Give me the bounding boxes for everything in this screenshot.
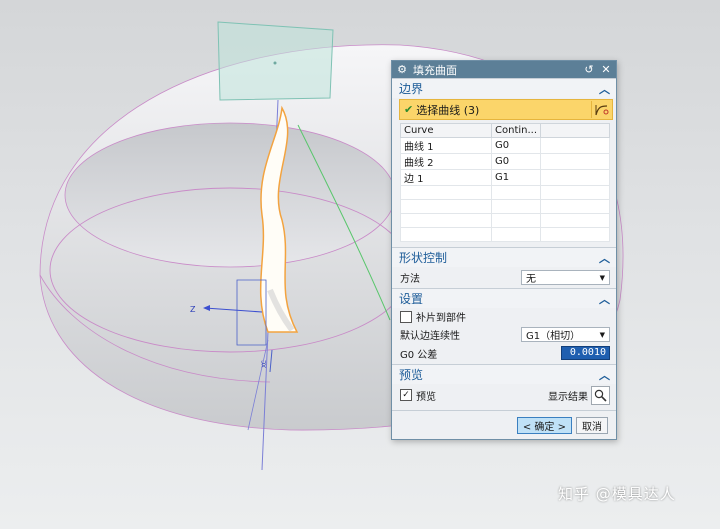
- show-result-button[interactable]: [591, 385, 610, 405]
- cell-curve: 曲线 1: [400, 137, 492, 154]
- select-curve-label: 选择曲线 (3): [416, 103, 480, 117]
- table-row[interactable]: 曲线 1 G0: [400, 137, 610, 154]
- show-result-group: 显示结果: [548, 385, 610, 405]
- preview-label: 预览: [416, 391, 436, 403]
- chevron-up-icon[interactable]: ︿: [599, 291, 610, 307]
- section-boundary-title: 边界: [399, 82, 424, 96]
- dropdown-arrow-icon: ▼: [599, 330, 605, 339]
- section-boundary[interactable]: 边界 ︿: [392, 78, 616, 98]
- g0-tolerance-input[interactable]: 0.0010: [561, 346, 610, 360]
- table-row: [400, 185, 610, 200]
- g0-tolerance-row: G0 公差 0.0010: [392, 344, 616, 362]
- default-continuity-dropdown[interactable]: G1（相切） ▼: [521, 327, 610, 342]
- patch-to-part-row[interactable]: 补片到部件: [392, 308, 616, 325]
- check-icon: ✔: [404, 103, 414, 116]
- table-row[interactable]: 边 1 G1: [400, 169, 610, 186]
- dropdown-arrow-icon: ▼: [599, 273, 605, 282]
- method-label: 方法: [400, 274, 420, 285]
- magnifier-icon: [594, 389, 607, 402]
- table-row: [400, 227, 610, 242]
- method-dropdown[interactable]: 无 ▼: [521, 270, 610, 285]
- section-shape-control-title: 形状控制: [399, 251, 448, 265]
- cell-continuity[interactable]: G1: [490, 169, 542, 186]
- dialog-title: 填充曲面: [413, 63, 457, 77]
- preview-row: ✓ 预览 显示结果: [392, 384, 616, 406]
- g0-tolerance-label: G0 公差: [400, 349, 438, 361]
- ok-button[interactable]: < 确定 >: [516, 416, 572, 434]
- section-settings-title: 设置: [399, 292, 424, 306]
- dialog-titlebar: ⚙ 填充曲面 ↺ ✕: [392, 61, 616, 78]
- patch-to-part-checkbox[interactable]: [400, 310, 412, 323]
- section-preview-title: 预览: [399, 368, 424, 382]
- datum-plane[interactable]: [217, 21, 334, 101]
- boundary-curve-table: Curve Contin... 曲线 1 G0 曲线 2 G0 边 1 G1: [400, 123, 610, 242]
- patch-to-part-label: 补片到部件: [416, 313, 466, 324]
- method-value: 无: [526, 274, 536, 285]
- close-icon[interactable]: ✕: [600, 63, 612, 76]
- dialog-footer: < 确定 > 取消: [392, 410, 616, 439]
- cell-curve: 边 1: [400, 169, 492, 186]
- section-shape-control[interactable]: 形状控制 ︿: [392, 247, 616, 267]
- watermark: 知乎 @模具达人: [558, 485, 676, 503]
- default-continuity-label: 默认边连续性: [400, 331, 460, 342]
- default-continuity-value: G1（相切）: [526, 331, 581, 342]
- fill-surface-dialog: ⚙ 填充曲面 ↺ ✕ 边界 ︿ ✔ 选择曲线 (3) Curve Contin.…: [391, 60, 617, 440]
- cell-continuity[interactable]: G0: [490, 137, 542, 154]
- column-continuity[interactable]: Contin...: [490, 123, 542, 138]
- axis-x-label: XC: [261, 360, 268, 368]
- chevron-up-icon[interactable]: ︿: [599, 250, 610, 266]
- preview-checkbox[interactable]: ✓: [400, 389, 412, 401]
- default-continuity-row: 默认边连续性 G1（相切） ▼: [392, 325, 616, 344]
- axis-z-label: Z: [190, 305, 196, 314]
- cell-curve: 曲线 2: [400, 153, 492, 170]
- table-row[interactable]: 曲线 2 G0: [400, 153, 610, 170]
- cell-continuity[interactable]: G0: [490, 153, 542, 170]
- column-curve[interactable]: Curve: [400, 123, 492, 138]
- table-row: [400, 199, 610, 214]
- select-curve-row[interactable]: ✔ 选择曲线 (3): [399, 99, 613, 120]
- table-row: [400, 213, 610, 228]
- cancel-button[interactable]: 取消: [576, 416, 608, 434]
- gear-icon[interactable]: ⚙: [396, 63, 408, 76]
- show-result-label: 显示结果: [548, 391, 588, 403]
- preview-toggle[interactable]: ✓ 预览: [400, 388, 436, 403]
- method-row: 方法 无 ▼: [392, 267, 616, 288]
- chevron-up-icon[interactable]: ︿: [599, 81, 610, 97]
- column-empty: [540, 123, 610, 138]
- chevron-up-icon[interactable]: ︿: [599, 367, 610, 383]
- reset-icon[interactable]: ↺: [583, 63, 595, 76]
- section-preview[interactable]: 预览 ︿: [392, 364, 616, 384]
- curve-select-icon[interactable]: [591, 101, 612, 118]
- section-settings[interactable]: 设置 ︿: [392, 288, 616, 308]
